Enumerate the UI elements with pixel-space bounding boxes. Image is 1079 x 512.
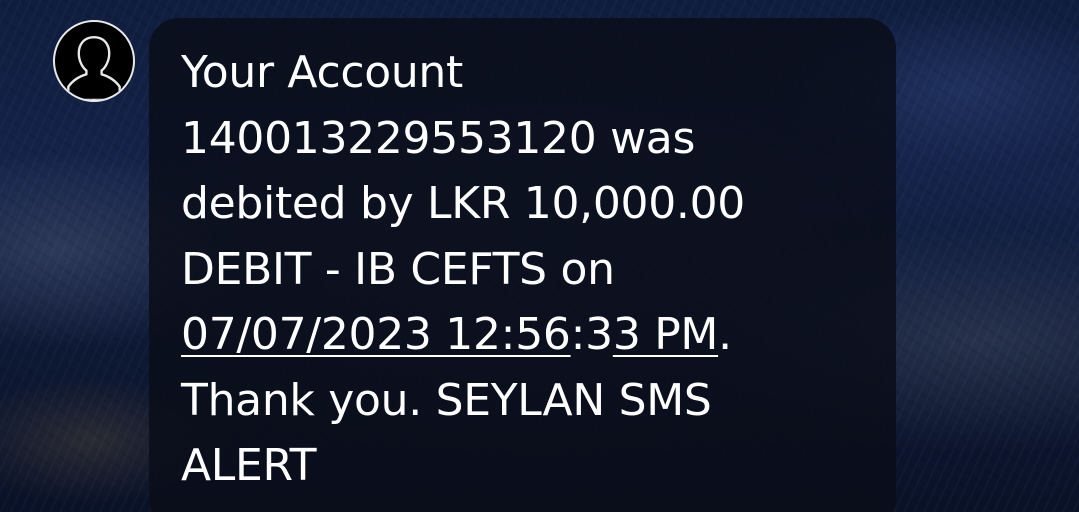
sms-message-text: Your Account 140013229553120 was debited…	[181, 40, 745, 499]
date-time-link[interactable]: 07/07/2023 12:56	[181, 309, 571, 360]
message-line: Your Account	[181, 47, 463, 98]
message-line: ALERT	[181, 440, 317, 491]
message-line-datetime: 07/07/2023 12:56:33 PM.	[181, 302, 745, 368]
message-line: Thank you. SEYLAN SMS	[181, 374, 712, 426]
time-seconds-text: :3	[570, 309, 614, 360]
message-line: DEBIT - IB CEFTS on	[181, 243, 615, 295]
person-silhouette-icon	[67, 36, 121, 100]
period-text: .	[718, 309, 732, 360]
time-link[interactable]: 3 PM	[613, 309, 719, 360]
message-line: debited by LKR 10,000.00	[181, 178, 746, 229]
message-line: 140013229553120 was	[181, 112, 696, 164]
sender-avatar[interactable]	[53, 20, 135, 102]
